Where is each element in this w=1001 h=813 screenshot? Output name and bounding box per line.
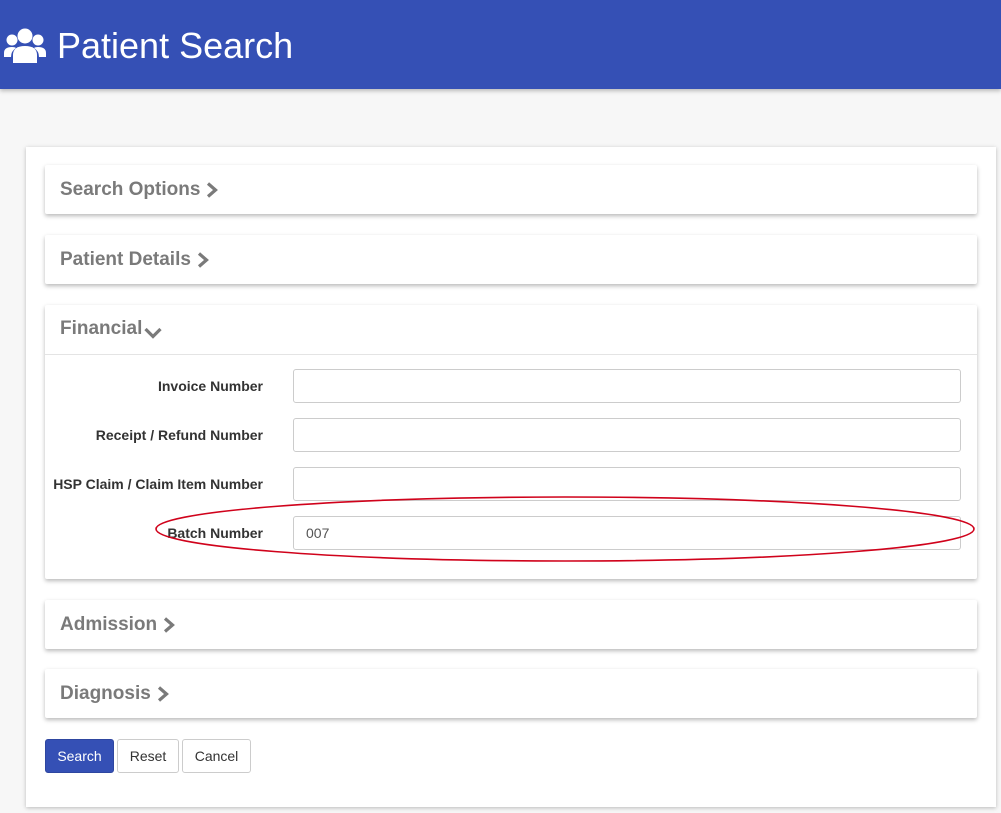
reset-button[interactable]: Reset (117, 739, 179, 773)
chevron-right-icon (164, 617, 176, 633)
panel-admission-title: Admission (60, 614, 158, 635)
receipt-refund-number-row: Receipt / Refund Number (45, 418, 977, 452)
invoice-number-row: Invoice Number (45, 369, 977, 403)
panel-search-options: Search Options (45, 165, 977, 214)
panel-search-options-header[interactable]: Search Options (45, 165, 977, 214)
search-form-card: Search Options Patient Details Financial… (26, 147, 996, 807)
panel-admission: Admission (45, 600, 977, 649)
cancel-button[interactable]: Cancel (182, 739, 251, 773)
users-icon (4, 28, 46, 63)
panel-patient-details-header[interactable]: Patient Details (45, 235, 977, 284)
panel-admission-header[interactable]: Admission (45, 600, 977, 649)
receipt-refund-number-input[interactable] (293, 418, 961, 452)
panel-diagnosis-header[interactable]: Diagnosis (45, 669, 977, 718)
panel-financial-title: Financial (60, 318, 143, 339)
panel-financial-header[interactable]: Financial (45, 305, 977, 355)
invoice-number-input[interactable] (293, 369, 961, 403)
chevron-right-icon (157, 686, 169, 702)
panel-patient-details: Patient Details (45, 235, 977, 284)
batch-number-row: Batch Number (45, 516, 977, 550)
batch-number-input[interactable] (293, 516, 961, 550)
hsp-claim-number-row: HSP Claim / Claim Item Number (45, 467, 977, 501)
chevron-right-icon (207, 182, 219, 198)
page-title: Patient Search (57, 25, 294, 66)
panel-patient-details-title: Patient Details (60, 249, 191, 270)
panel-diagnosis-title: Diagnosis (60, 683, 151, 704)
panel-search-options-title: Search Options (60, 179, 201, 200)
panel-financial: Financial Invoice Number Receipt / Refun… (45, 305, 977, 579)
batch-number-label: Batch Number (167, 525, 263, 541)
chevron-right-icon (197, 252, 209, 268)
panel-diagnosis: Diagnosis (45, 669, 977, 718)
hsp-claim-number-input[interactable] (293, 467, 961, 501)
search-button[interactable]: Search (45, 739, 114, 773)
invoice-number-label: Invoice Number (157, 378, 263, 394)
chevron-down-icon (144, 327, 162, 339)
receipt-refund-number-label: Receipt / Refund Number (95, 427, 263, 443)
hsp-claim-number-label: HSP Claim / Claim Item Number (53, 476, 263, 492)
app-header: Patient Search (0, 0, 1001, 89)
